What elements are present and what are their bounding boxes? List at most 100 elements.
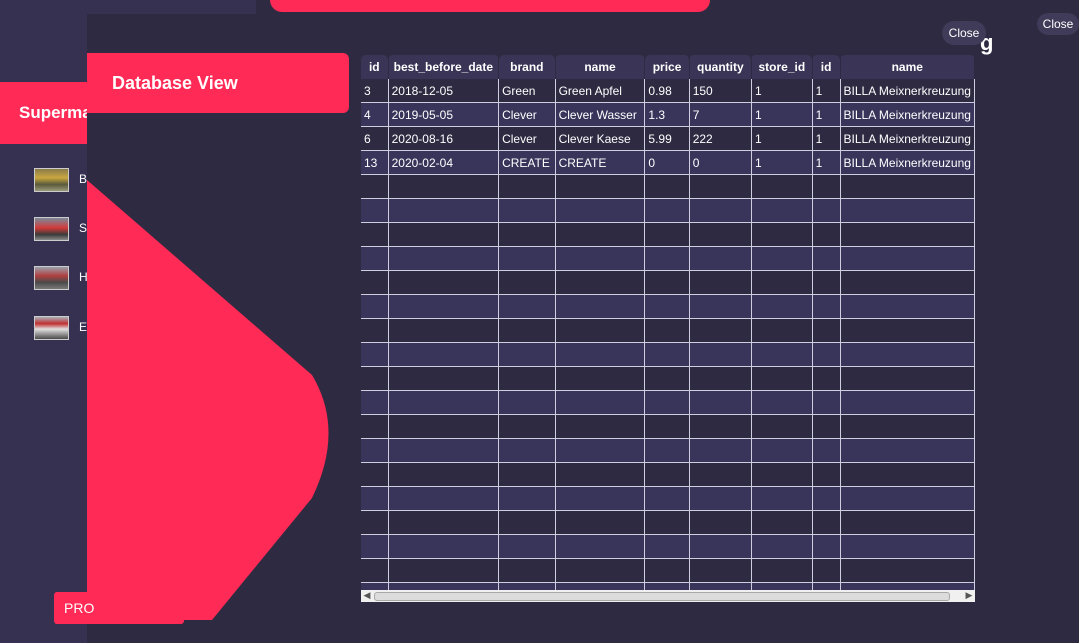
table-cell[interactable] [361, 438, 389, 463]
table-cell[interactable] [388, 414, 500, 439]
table-cell[interactable] [840, 390, 975, 415]
table-cell[interactable] [555, 582, 646, 590]
store-list-item[interactable]: S [34, 217, 94, 241]
table-cell[interactable] [361, 390, 389, 415]
data-table-container[interactable]: id best_before_date brand name price qua… [361, 55, 975, 590]
table-cell[interactable] [689, 510, 752, 535]
table-cell[interactable] [361, 174, 389, 199]
table-cell[interactable] [644, 486, 690, 511]
table-cell[interactable] [388, 246, 500, 271]
empty-table-row[interactable] [361, 486, 975, 511]
table-cell[interactable] [812, 390, 841, 415]
table-cell[interactable] [751, 510, 813, 535]
table-cell[interactable] [555, 390, 646, 415]
table-cell[interactable] [555, 366, 646, 391]
table-cell[interactable] [840, 174, 975, 199]
table-cell[interactable] [689, 246, 752, 271]
empty-table-row[interactable] [361, 294, 975, 319]
table-cell[interactable] [555, 438, 646, 463]
column-header[interactable]: store_id [751, 55, 813, 79]
table-cell[interactable] [361, 510, 389, 535]
table-cell[interactable] [751, 462, 813, 487]
table-cell[interactable] [812, 246, 841, 271]
table-cell[interactable] [361, 414, 389, 439]
table-cell[interactable] [840, 246, 975, 271]
table-cell[interactable] [840, 342, 975, 367]
table-cell[interactable] [555, 510, 646, 535]
table-cell[interactable]: BILLA Meixnerkreuzung [840, 150, 975, 175]
table-cell[interactable] [812, 222, 841, 247]
store-list-item[interactable]: B [34, 168, 94, 192]
table-cell[interactable]: BILLA Meixnerkreuzung [840, 126, 975, 151]
table-cell[interactable] [644, 582, 690, 590]
table-cell[interactable] [689, 582, 752, 590]
table-cell[interactable] [555, 270, 646, 295]
table-cell[interactable] [751, 342, 813, 367]
table-cell[interactable]: 1 [812, 102, 841, 127]
table-cell[interactable] [361, 486, 389, 511]
table-cell[interactable] [498, 174, 556, 199]
table-cell[interactable] [812, 534, 841, 559]
table-cell[interactable]: 1 [751, 150, 813, 175]
table-cell[interactable] [689, 534, 752, 559]
table-cell[interactable] [840, 414, 975, 439]
column-header[interactable]: name [555, 55, 646, 79]
column-header[interactable]: name [840, 55, 975, 79]
table-cell[interactable] [689, 270, 752, 295]
empty-table-row[interactable] [361, 510, 975, 535]
table-cell[interactable] [812, 342, 841, 367]
empty-table-row[interactable] [361, 198, 975, 223]
table-cell[interactable]: 2019-05-05 [388, 102, 500, 127]
table-cell[interactable] [498, 270, 556, 295]
table-cell[interactable] [555, 342, 646, 367]
table-cell[interactable] [361, 222, 389, 247]
table-cell[interactable] [812, 318, 841, 343]
table-cell[interactable] [361, 270, 389, 295]
empty-table-row[interactable] [361, 582, 975, 590]
table-cell[interactable] [388, 486, 500, 511]
table-cell[interactable]: 0.98 [644, 79, 690, 103]
table-cell[interactable]: 5.99 [644, 126, 690, 151]
table-cell[interactable] [840, 486, 975, 511]
empty-table-row[interactable] [361, 318, 975, 343]
table-cell[interactable] [644, 174, 690, 199]
table-cell[interactable] [689, 222, 752, 247]
table-cell[interactable] [689, 414, 752, 439]
empty-table-row[interactable] [361, 366, 975, 391]
scrollbar-thumb[interactable] [374, 592, 950, 601]
table-cell[interactable] [689, 318, 752, 343]
table-cell[interactable] [644, 294, 690, 319]
table-cell[interactable]: Clever [498, 102, 556, 127]
table-cell[interactable]: CREATE [555, 150, 646, 175]
table-cell[interactable] [840, 438, 975, 463]
table-cell[interactable] [555, 198, 646, 223]
horizontal-scrollbar[interactable]: ◀ ▶ [361, 590, 975, 602]
table-cell[interactable] [840, 198, 975, 223]
table-row[interactable]: 13 2020-02-04 CREATE CREATE 0 0 1 1 BILLA Meixne… [361, 150, 975, 175]
table-cell[interactable] [388, 438, 500, 463]
table-cell[interactable] [689, 462, 752, 487]
table-cell[interactable] [840, 222, 975, 247]
table-cell[interactable]: 1 [751, 79, 813, 103]
table-cell[interactable] [812, 558, 841, 583]
table-cell[interactable]: BILLA Meixnerkreuzung [840, 79, 975, 103]
empty-table-row[interactable] [361, 462, 975, 487]
table-cell[interactable] [840, 318, 975, 343]
table-cell[interactable] [555, 534, 646, 559]
table-cell[interactable] [751, 198, 813, 223]
table-cell[interactable]: 6 [361, 126, 389, 151]
column-header[interactable]: id [361, 55, 389, 79]
table-cell[interactable] [751, 558, 813, 583]
column-header[interactable]: price [644, 55, 690, 79]
table-cell[interactable] [751, 318, 813, 343]
table-cell[interactable]: 222 [689, 126, 752, 151]
table-cell[interactable] [555, 486, 646, 511]
table-cell[interactable] [555, 222, 646, 247]
empty-table-row[interactable] [361, 222, 975, 247]
table-cell[interactable] [388, 198, 500, 223]
table-cell[interactable] [840, 558, 975, 583]
table-cell[interactable] [840, 270, 975, 295]
table-cell[interactable] [751, 414, 813, 439]
table-cell[interactable] [751, 534, 813, 559]
table-cell[interactable] [751, 438, 813, 463]
